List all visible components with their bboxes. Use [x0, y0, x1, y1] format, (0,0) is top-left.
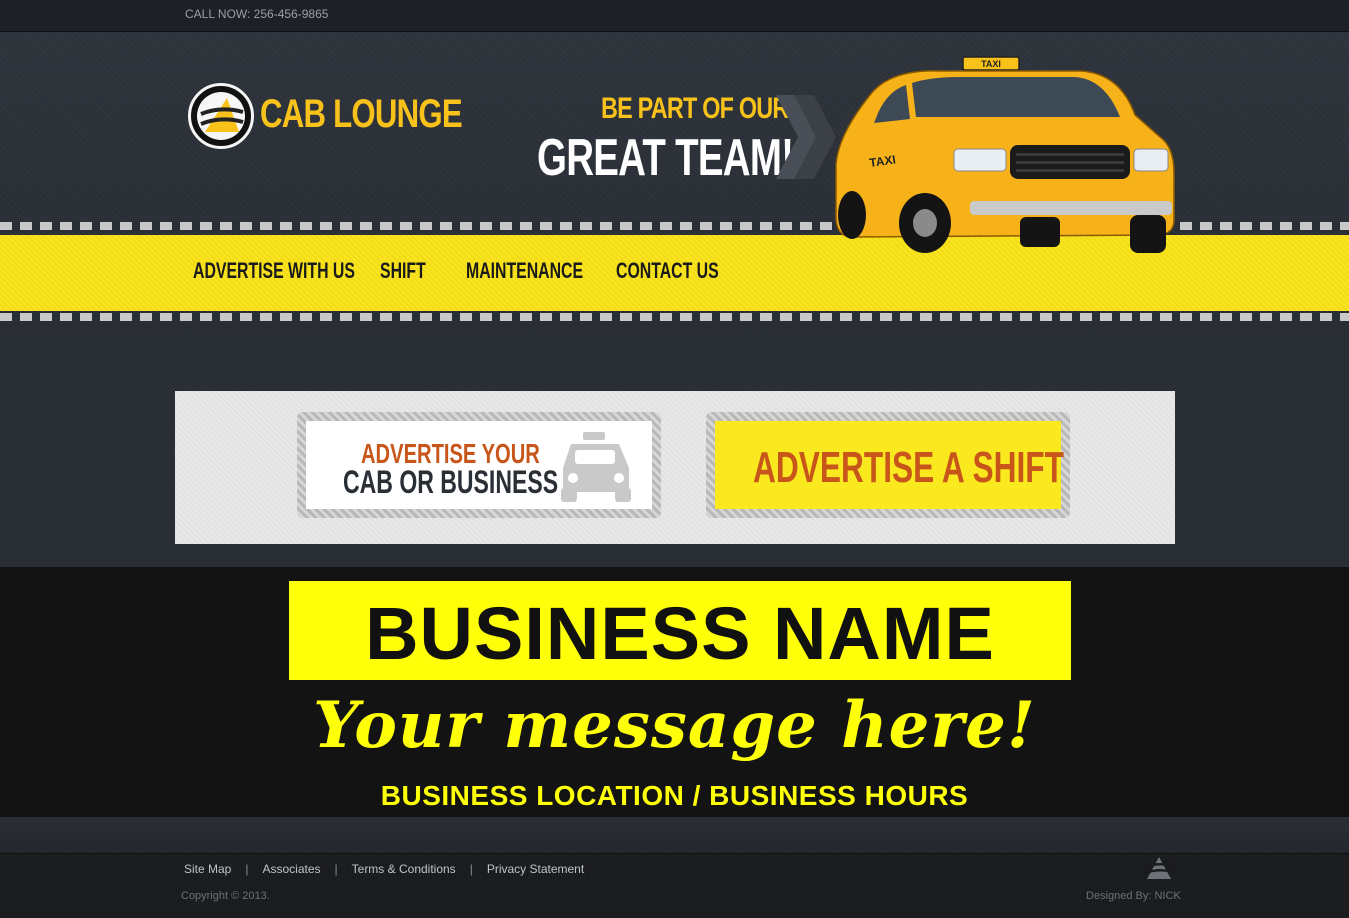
business-name: BUSINESS NAME — [365, 592, 995, 675]
business-location-hours: BUSINESS LOCATION / BUSINESS HOURS — [380, 780, 969, 811]
road-dash-bottom — [0, 313, 1349, 321]
taxi-car-image: TAXI TAXI — [835, 56, 1175, 253]
nav-maintenance[interactable]: MAINTENANCE — [466, 258, 583, 284]
hero-tagline-line1: BE PART OF OUR — [601, 92, 789, 125]
top-bar: CALL NOW: 256-456-9865 — [0, 0, 1349, 32]
designer-credit: Designed By: NICK — [1086, 890, 1181, 902]
cab-lounge-logo-icon[interactable] — [188, 83, 254, 149]
footer-logo-icon[interactable] — [1143, 855, 1175, 881]
brand-name[interactable]: CAB LOUNGE — [260, 92, 463, 137]
advertise-shift-label: ADVERTISE A SHIFT — [753, 443, 1064, 492]
business-name-box: BUSINESS NAME — [289, 581, 1071, 680]
taxi-sign-text: TAXI — [981, 59, 1001, 69]
footer-link-terms[interactable]: Terms & Conditions — [352, 862, 456, 876]
copyright-text: Copyright © 2013. — [181, 890, 270, 902]
footer-link-site-map[interactable]: Site Map — [184, 862, 231, 876]
footer-divider — [0, 817, 1349, 854]
nav-advertise-with-us[interactable]: ADVERTISE WITH US — [193, 258, 355, 284]
business-message: Your message here! — [313, 688, 1036, 763]
footer-link-privacy[interactable]: Privacy Statement — [487, 862, 584, 876]
nav-shift[interactable]: SHIFT — [380, 258, 426, 284]
car-icon — [561, 432, 631, 502]
hero-tagline-line2: GREAT TEAM! — [537, 129, 794, 187]
nav-contact-us[interactable]: CONTACT US — [616, 258, 719, 284]
chevron-right-icon — [776, 95, 836, 179]
footer-link-associates[interactable]: Associates — [262, 862, 320, 876]
advertise-cab-line2: CAB OR BUSINESS — [343, 464, 559, 500]
footer-links: Site Map | Associates | Terms & Conditions | P… — [184, 862, 585, 876]
call-now-text[interactable]: CALL NOW: 256-456-9865 — [185, 7, 328, 21]
